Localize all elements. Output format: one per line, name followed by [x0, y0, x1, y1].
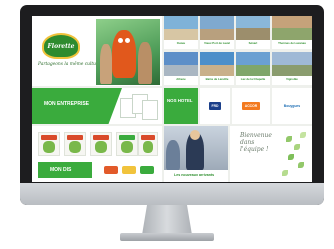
person-left: [100, 44, 112, 84]
city-caption: Vignoble: [286, 77, 298, 81]
city-photo: [200, 16, 234, 40]
city-tile[interactable]: Vieux Port de Laval: [200, 16, 234, 49]
city-caption: Sénart: [248, 41, 258, 45]
partner-logo-frd: FRD: [208, 102, 222, 110]
city-tile[interactable]: Thermes de Lacanau: [272, 16, 312, 49]
hero-tagline: Partageons la même culture !: [38, 62, 104, 67]
city-caption: Vieux Port de Laval: [204, 41, 230, 45]
small-logos: [104, 164, 156, 176]
city-caption: Ouzeu: [176, 41, 186, 45]
partner-logo-tile[interactable]: ACCOR: [232, 88, 270, 124]
product-pack: [90, 132, 112, 156]
city-photo: [236, 52, 270, 76]
city-tile[interactable]: Vignoble: [272, 52, 312, 85]
screen: Florette Partageons la même culture ! Ou…: [32, 16, 312, 182]
city-caption: Bains de Lanville: [205, 77, 229, 81]
news-tile[interactable]: Les nouveaux arrivants: [164, 126, 228, 182]
product-pack: [138, 132, 158, 156]
leaf-decoration: [300, 132, 306, 138]
company-banner[interactable]: MON ENTREPRISE: [32, 88, 162, 124]
city-caption: Thermes de Lacanau: [278, 41, 306, 45]
city-photo: [164, 16, 198, 40]
city-photo: [164, 52, 198, 76]
leaf-decoration: [288, 154, 294, 160]
city-tile[interactable]: Lac de la Chapelle: [236, 52, 270, 85]
city-tile[interactable]: Ouzeu: [164, 16, 198, 49]
city-caption: Athene: [176, 77, 186, 81]
city-tile[interactable]: Athene: [164, 52, 198, 85]
city-caption: Lac de la Chapelle: [240, 77, 266, 81]
leaf-decoration: [282, 170, 288, 176]
partner-logo-accor: ACCOR: [241, 102, 261, 110]
product-pack: [64, 132, 86, 156]
monitor-stand-foot: [120, 233, 214, 241]
product-pack: [116, 132, 138, 156]
leaf-decoration: [298, 162, 304, 168]
city-photo: [200, 52, 234, 76]
city-photo: [236, 16, 270, 40]
products-label: MON DIS: [50, 167, 72, 173]
monitor-stand-neck: [142, 205, 192, 235]
brochure-thumbnails: [120, 92, 158, 120]
hotel-tile[interactable]: NOS HOTEL: [164, 88, 198, 124]
hotel-tile-label: NOS HOTEL: [167, 98, 193, 103]
products-tile[interactable]: MON DIS: [32, 126, 162, 182]
partner-logo-bouygues: Bouygues: [283, 104, 301, 108]
news-label: Les nouveaux arrivants: [174, 173, 215, 177]
monitor: Florette Partageons la même culture ! Ou…: [20, 5, 324, 205]
welcome-text: Bienvenue dans l'équipe !: [240, 132, 272, 154]
product-pack: [38, 132, 60, 156]
city-tile[interactable]: Bains de Lanville: [200, 52, 234, 85]
mascot-tomato: [112, 30, 136, 78]
leaf-decoration: [294, 144, 300, 150]
person-right: [138, 42, 152, 84]
partner-logo-tile[interactable]: FRD: [200, 88, 230, 124]
hero-tile[interactable]: Florette Partageons la même culture !: [32, 16, 162, 86]
news-photo: [164, 126, 228, 170]
leaf-decoration: [286, 136, 292, 142]
monitor-chin: [20, 183, 324, 205]
partner-logo-tile[interactable]: Bouygues: [272, 88, 312, 124]
brand-logo: Florette: [42, 33, 80, 59]
city-photo: [272, 52, 312, 76]
city-photo: [272, 16, 312, 40]
city-tile[interactable]: Sénart: [236, 16, 270, 49]
brand-name: Florette: [47, 42, 75, 50]
welcome-tile[interactable]: Bienvenue dans l'équipe !: [230, 126, 312, 182]
company-banner-label: MON ENTREPRISE: [44, 101, 90, 107]
